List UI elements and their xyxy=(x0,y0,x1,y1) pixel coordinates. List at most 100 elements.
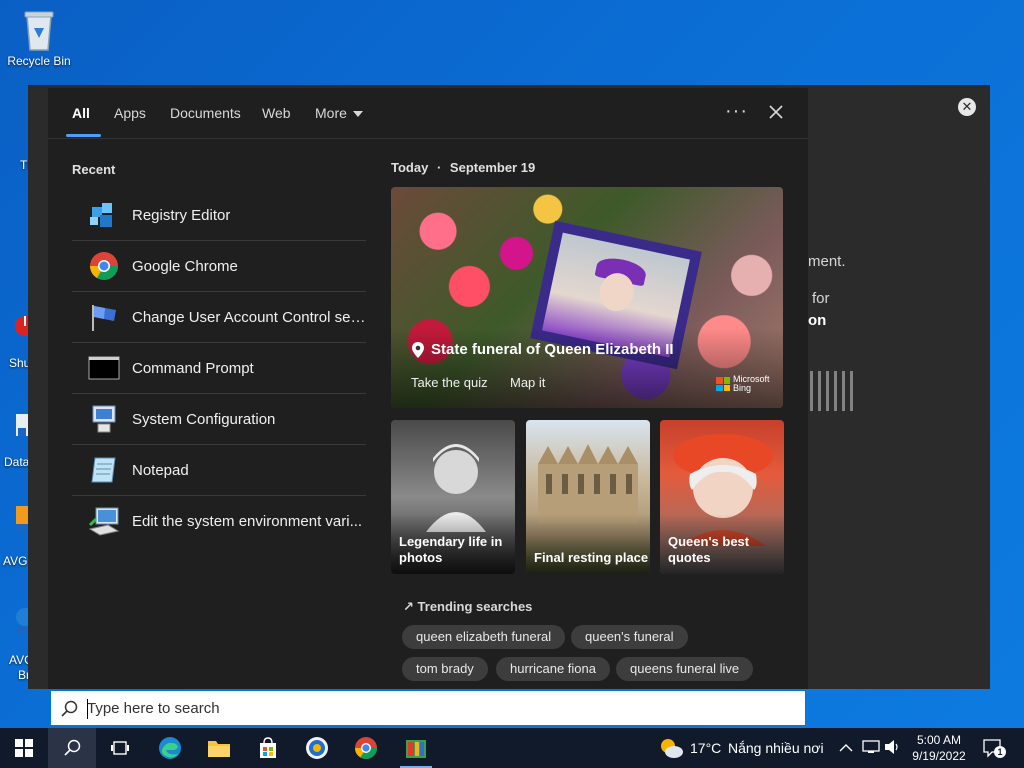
search-icon xyxy=(61,700,79,718)
today-date: September 19 xyxy=(449,160,536,175)
tile-caption: Queen's best quotes xyxy=(668,534,750,565)
edge-icon xyxy=(159,737,181,759)
search-input[interactable]: Type here to search xyxy=(87,700,220,717)
taskbar-edge[interactable] xyxy=(146,728,194,768)
background-text: ment. xyxy=(808,253,846,270)
network-icon xyxy=(862,740,880,753)
trending-chip[interactable]: tom brady xyxy=(402,657,488,681)
recycle-bin[interactable]: Recycle Bin xyxy=(4,8,74,68)
trending-chip[interactable]: hurricane fiona xyxy=(496,657,610,681)
store-icon xyxy=(260,737,276,758)
recent-item-label: Change User Account Control set... xyxy=(132,308,366,326)
recent-item-environment-variables[interactable]: Edit the system environment vari... xyxy=(72,496,366,546)
map-it-link[interactable]: Map it xyxy=(510,375,545,390)
search-panel: All Apps Documents Web More ··· Recent R… xyxy=(48,88,808,689)
close-icon[interactable] xyxy=(766,102,786,122)
recent-heading: Recent xyxy=(72,162,116,177)
task-view-icon xyxy=(111,741,129,755)
desktop-edge-label: Data xyxy=(4,455,30,469)
notepad-icon xyxy=(88,454,120,486)
hero-title[interactable]: State funeral of Queen Elizabeth II xyxy=(411,341,674,358)
recent-item-label: Command Prompt xyxy=(132,359,254,377)
tab-apps[interactable]: Apps xyxy=(114,105,146,121)
tab-more[interactable]: More xyxy=(315,105,363,121)
network-tray[interactable] xyxy=(862,739,880,760)
tile-caption: Final resting place xyxy=(534,550,649,565)
tile-queens-quotes[interactable]: Queen's best quotes xyxy=(660,420,784,574)
action-center-button[interactable]: 1 xyxy=(982,738,1006,758)
tab-more-label: More xyxy=(315,105,347,121)
trending-chip[interactable]: queen elizabeth funeral xyxy=(402,625,566,649)
start-button[interactable] xyxy=(0,728,48,768)
tab-web[interactable]: Web xyxy=(262,105,291,121)
weather-temp: 17°C xyxy=(690,740,722,756)
show-hidden-icons[interactable] xyxy=(839,740,853,758)
recent-item-label: Registry Editor xyxy=(132,206,231,224)
taskbar-chrome[interactable] xyxy=(342,728,390,768)
chevron-up-icon xyxy=(839,744,853,752)
recent-item-google-chrome[interactable]: Google Chrome xyxy=(72,241,366,292)
close-icon[interactable]: ✕ xyxy=(958,98,976,116)
text-cursor xyxy=(87,699,88,719)
take-quiz-link[interactable]: Take the quiz xyxy=(411,375,488,390)
app-icon xyxy=(406,740,426,758)
tile-legendary-life[interactable]: Legendary life in photos xyxy=(391,420,515,574)
desktop-edge-label: AVG xyxy=(3,554,28,568)
taskbar-running-app[interactable] xyxy=(392,728,440,768)
system-configuration-icon xyxy=(88,403,120,435)
clock[interactable]: 5:00 AM 9/19/2022 xyxy=(904,732,974,764)
weather-widget[interactable]: 17°C Nắng nhiều nơi xyxy=(658,736,828,760)
recent-item-label: Edit the system environment vari... xyxy=(132,512,363,530)
windows-logo-icon xyxy=(15,739,33,757)
system-properties-icon xyxy=(88,505,120,537)
taskbar-avg-browser[interactable] xyxy=(293,728,341,768)
trending-heading: ↗ Trending searches xyxy=(403,599,532,615)
clock-date: 9/19/2022 xyxy=(912,749,966,763)
task-view-button[interactable] xyxy=(96,728,144,768)
today-heading: Today · September 19 xyxy=(391,160,536,175)
location-pin-icon xyxy=(412,341,424,358)
recent-item-notepad[interactable]: Notepad xyxy=(72,445,366,496)
trending-arrow-icon: ↗ xyxy=(403,599,414,614)
loading-spinner xyxy=(810,371,860,411)
tile-caption: Legendary life in photos xyxy=(399,534,503,565)
tab-all[interactable]: All xyxy=(72,105,90,121)
recent-item-uac[interactable]: Change User Account Control set... xyxy=(72,292,366,343)
background-text: on xyxy=(808,312,827,329)
recent-item-registry-editor[interactable]: Registry Editor xyxy=(72,190,366,241)
recent-item-system-configuration[interactable]: System Configuration xyxy=(72,394,366,445)
trending-chip[interactable]: queen's funeral xyxy=(571,625,688,649)
trending-chip[interactable]: queens funeral live xyxy=(616,657,754,681)
volume-tray[interactable] xyxy=(884,739,902,760)
taskbar-file-explorer[interactable] xyxy=(195,728,243,768)
recent-item-command-prompt[interactable]: Command Prompt xyxy=(72,343,366,394)
active-tab-indicator xyxy=(66,134,101,137)
clock-time: 5:00 AM xyxy=(916,733,962,747)
microsoft-bing-badge: Microsoft Bing xyxy=(716,375,770,393)
avg-browser-icon xyxy=(306,737,328,759)
recent-item-label: System Configuration xyxy=(132,410,276,428)
taskbar: 17°C Nắng nhiều nơi 5:00 AM 9/19/2022 1 xyxy=(0,728,1024,768)
tab-documents[interactable]: Documents xyxy=(170,105,241,121)
hero-title-text: State funeral of Queen Elizabeth II xyxy=(431,341,674,358)
search-box[interactable]: Type here to search xyxy=(50,690,806,726)
chrome-icon xyxy=(355,737,377,759)
brand-line: Bing xyxy=(733,383,752,393)
search-tabs: All Apps Documents Web More ··· xyxy=(48,88,808,139)
taskbar-store[interactable] xyxy=(244,728,292,768)
trending-title-text: Trending searches xyxy=(417,599,533,614)
background-text: for xyxy=(812,290,830,307)
folder-icon xyxy=(208,741,230,757)
taskbar-search-button[interactable] xyxy=(48,728,96,768)
chevron-down-icon xyxy=(352,111,363,118)
recent-item-label: Google Chrome xyxy=(132,257,238,275)
tile-final-resting-place[interactable]: Final resting place xyxy=(526,420,650,574)
notification-badge: 1 xyxy=(994,746,1006,758)
speaker-icon xyxy=(885,740,898,754)
hero-card[interactable]: State funeral of Queen Elizabeth II Take… xyxy=(391,187,783,408)
more-options-icon[interactable]: ··· xyxy=(725,100,748,123)
recent-item-label: Notepad xyxy=(132,461,189,479)
today-label: Today xyxy=(391,160,429,175)
search-icon xyxy=(64,739,81,756)
uac-flag-icon xyxy=(88,301,120,333)
